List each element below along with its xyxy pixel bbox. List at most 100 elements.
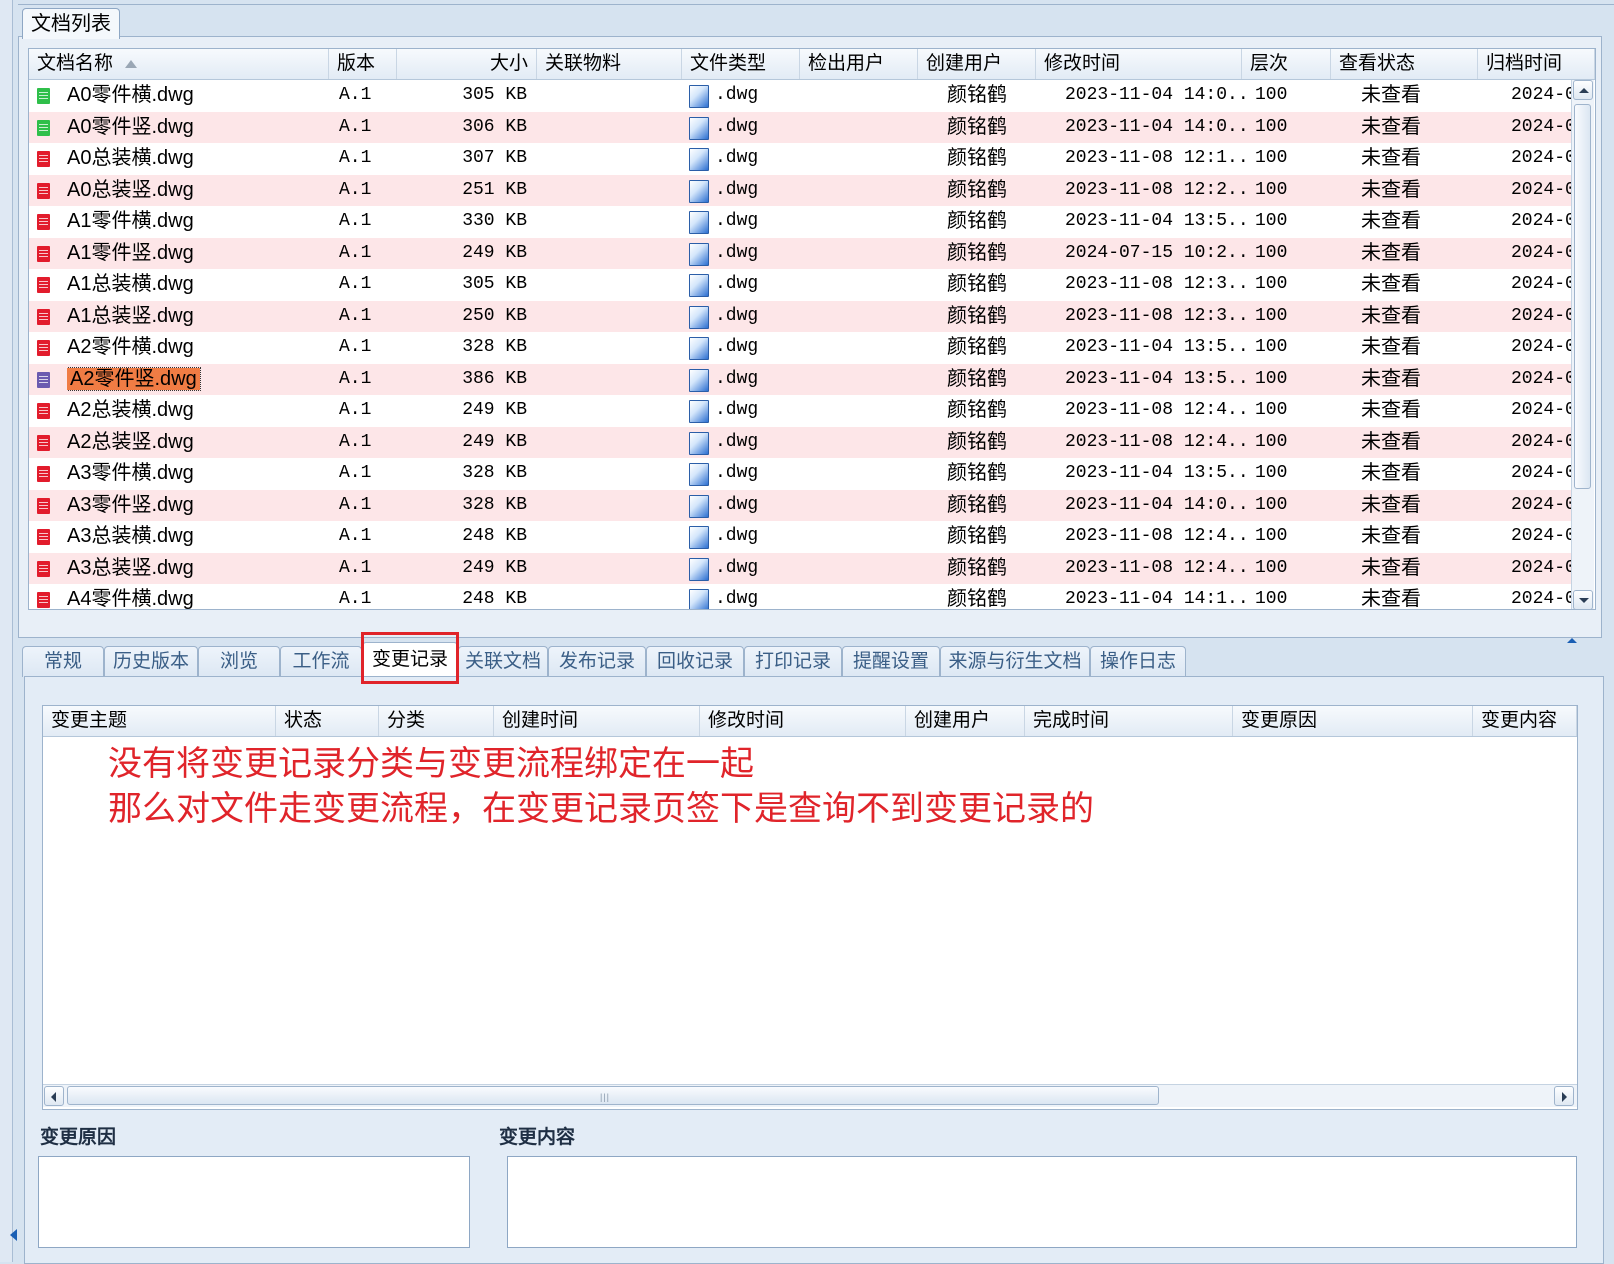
col-header-change-reason[interactable]: 变更原因: [1233, 706, 1473, 736]
tab-11[interactable]: 操作日志: [1090, 646, 1186, 677]
document-icon: [37, 403, 50, 419]
cell-type: .dwg: [689, 364, 799, 396]
file-type-text: .dwg: [715, 526, 759, 546]
table-row[interactable]: A0零件横.dwg A.1 305 KB .dwg 颜铭鹤 2023-11-04 14:0…: [29, 80, 1571, 112]
cell-version: A.1: [339, 274, 372, 294]
document-icon: [37, 88, 50, 104]
change-reason-textbox[interactable]: [38, 1156, 470, 1248]
grip-icon: |||: [600, 1092, 611, 1102]
col-header-finish-time[interactable]: 完成时间: [1025, 706, 1233, 736]
tab-3[interactable]: 工作流: [280, 646, 362, 677]
cell-type: .dwg: [689, 112, 799, 144]
col-header-archived[interactable]: 归档时间: [1478, 49, 1595, 79]
cell-type: .dwg: [689, 206, 799, 238]
table-row[interactable]: A0总装横.dwg A.1 307 KB .dwg 颜铭鹤 2023-11-08 12:1…: [29, 143, 1571, 175]
col-header-size[interactable]: 大小: [397, 49, 537, 79]
cell-material: [547, 584, 677, 609]
change-content-textbox[interactable]: [507, 1156, 1577, 1248]
cell-creator: 颜铭鹤: [947, 462, 1007, 484]
col-header-checkout-user[interactable]: 检出用户: [800, 49, 918, 79]
cell-level: 100: [1255, 305, 1288, 326]
vertical-scroll-thumb[interactable]: [1574, 104, 1591, 489]
col-header-created-user[interactable]: 创建用户: [906, 706, 1025, 736]
cell-level: 100: [1255, 494, 1288, 515]
vertical-scrollbar[interactable]: [1571, 80, 1594, 609]
tab-7[interactable]: 回收记录: [646, 646, 744, 677]
table-row[interactable]: A1总装竖.dwg A.1 250 KB .dwg 颜铭鹤 2023-11-08 12:3…: [29, 300, 1571, 333]
table-row[interactable]: A3总装横.dwg A.1 248 KB .dwg 颜铭鹤 2023-11-08 12:4…: [29, 521, 1571, 553]
cell-checkout: [810, 301, 915, 333]
file-type-text: .dwg: [715, 305, 759, 326]
table-row[interactable]: A2总装竖.dwg A.1 249 KB .dwg 颜铭鹤 2023-11-08 12:4…: [29, 426, 1571, 458]
records-scroll-thumb[interactable]: |||: [67, 1086, 1159, 1105]
dwg-file-icon: [689, 431, 709, 455]
arrow-right-icon: [1562, 1092, 1567, 1102]
cell-type: .dwg: [689, 521, 799, 553]
table-row[interactable]: A0零件竖.dwg A.1 306 KB .dwg 颜铭鹤 2023-11-04 14:0…: [29, 111, 1571, 144]
table-row[interactable]: A2零件横.dwg A.1 328 KB .dwg 颜铭鹤 2023-11-04 13:5…: [29, 332, 1571, 364]
table-row[interactable]: A0总装竖.dwg A.1 251 KB .dwg 颜铭鹤 2023-11-08 12:2…: [29, 174, 1571, 206]
cell-creator: 颜铭鹤: [947, 556, 1007, 579]
cell-name: A1总装横.dwg: [67, 273, 194, 295]
tab-5[interactable]: 关联文档: [458, 646, 548, 677]
table-row[interactable]: A4零件横.dwg A.1 248 KB .dwg 颜铭鹤 2023-11-04 14:1…: [29, 584, 1571, 609]
cell-modified: 2023-11-04 13:5...: [1065, 368, 1245, 389]
col-header-modified-time[interactable]: 修改时间: [700, 706, 906, 736]
tab-1[interactable]: 历史版本: [104, 646, 198, 677]
table-row[interactable]: A1零件竖.dwg A.1 249 KB .dwg 颜铭鹤 2024-07-15 10:2…: [29, 237, 1571, 269]
cell-size: 386 KB: [462, 368, 527, 389]
cell-name: A1零件横.dwg: [67, 210, 194, 232]
col-header-category[interactable]: 分类: [379, 706, 494, 736]
col-header-modified[interactable]: 修改时间: [1036, 49, 1242, 79]
scroll-up-button[interactable]: [1573, 80, 1593, 100]
file-type-text: .dwg: [715, 242, 759, 263]
col-header-created-time[interactable]: 创建时间: [494, 706, 700, 736]
cell-creator: 颜铭鹤: [947, 399, 1007, 421]
col-header-material[interactable]: 关联物料: [537, 49, 682, 79]
cell-view: 未查看: [1361, 462, 1421, 484]
col-header-version[interactable]: 版本: [329, 49, 397, 79]
cell-material: [547, 269, 677, 301]
table-row[interactable]: A3零件竖.dwg A.1 328 KB .dwg 颜铭鹤 2023-11-04 14:0…: [29, 489, 1571, 521]
table-row[interactable]: A3总装竖.dwg A.1 249 KB .dwg 颜铭鹤 2023-11-08 12:4…: [29, 552, 1571, 584]
tab-2[interactable]: 浏览: [198, 646, 280, 677]
cell-creator: 颜铭鹤: [947, 147, 1007, 169]
table-row[interactable]: A1总装横.dwg A.1 305 KB .dwg 颜铭鹤 2023-11-08 12:3…: [29, 269, 1571, 301]
col-header-filetype[interactable]: 文件类型: [682, 49, 800, 79]
cell-archived: 2024-0: [1511, 589, 1571, 609]
tab-8[interactable]: 打印记录: [744, 646, 842, 677]
doc-list-tab[interactable]: 文档列表: [22, 8, 120, 39]
col-header-level[interactable]: 层次: [1242, 49, 1331, 79]
col-header-name[interactable]: 文档名称: [29, 49, 329, 79]
tab-6[interactable]: 发布记录: [548, 646, 646, 677]
col-header-change-content[interactable]: 变更内容: [1473, 706, 1577, 736]
cell-modified: 2023-11-04 14:1...: [1065, 589, 1245, 609]
document-icon: [37, 214, 50, 230]
document-icon: [37, 560, 50, 577]
table-row[interactable]: A3零件横.dwg A.1 328 KB .dwg 颜铭鹤 2023-11-04 13:5…: [29, 458, 1571, 490]
change-reason-label: 变更原因: [40, 1127, 117, 1148]
table-row[interactable]: A2总装横.dwg A.1 249 KB .dwg 颜铭鹤 2023-11-08 12:4…: [29, 395, 1571, 427]
file-type-text: .dwg: [715, 368, 759, 389]
tab-10[interactable]: 来源与衍生文档: [940, 646, 1090, 677]
collapse-arrow-icon[interactable]: [1567, 638, 1577, 643]
tab-9[interactable]: 提醒设置: [842, 646, 940, 677]
annotation-text: 没有将变更记录分类与变更流程绑定在一起 那么对文件走变更流程，在变更记录页签下是…: [108, 742, 1094, 832]
records-scroll-right-button[interactable]: [1554, 1086, 1574, 1106]
records-horizontal-scrollbar[interactable]: |||: [43, 1084, 1577, 1107]
col-header-status[interactable]: 状态: [276, 706, 379, 736]
col-header-view-status[interactable]: 查看状态: [1331, 49, 1478, 79]
tab-0[interactable]: 常规: [22, 646, 104, 677]
cell-level: 100: [1255, 179, 1288, 200]
records-scroll-left-button[interactable]: [44, 1086, 64, 1106]
file-type-text: .dwg: [715, 179, 759, 200]
table-row[interactable]: A2零件竖.dwg A.1 386 KB .dwg 颜铭鹤 2023-11-04 13:5…: [29, 363, 1571, 396]
col-header-change-subject[interactable]: 变更主题: [43, 706, 276, 736]
cell-archived: 2024-0: [1511, 305, 1571, 326]
cell-checkout: [810, 143, 915, 175]
expand-left-arrow-icon[interactable]: [10, 1229, 17, 1241]
scroll-down-button[interactable]: [1573, 590, 1593, 609]
table-row[interactable]: A1零件横.dwg A.1 330 KB .dwg 颜铭鹤 2023-11-04 13:5…: [29, 206, 1571, 238]
cell-level: 100: [1255, 148, 1288, 168]
col-header-creator[interactable]: 创建用户: [918, 49, 1036, 79]
